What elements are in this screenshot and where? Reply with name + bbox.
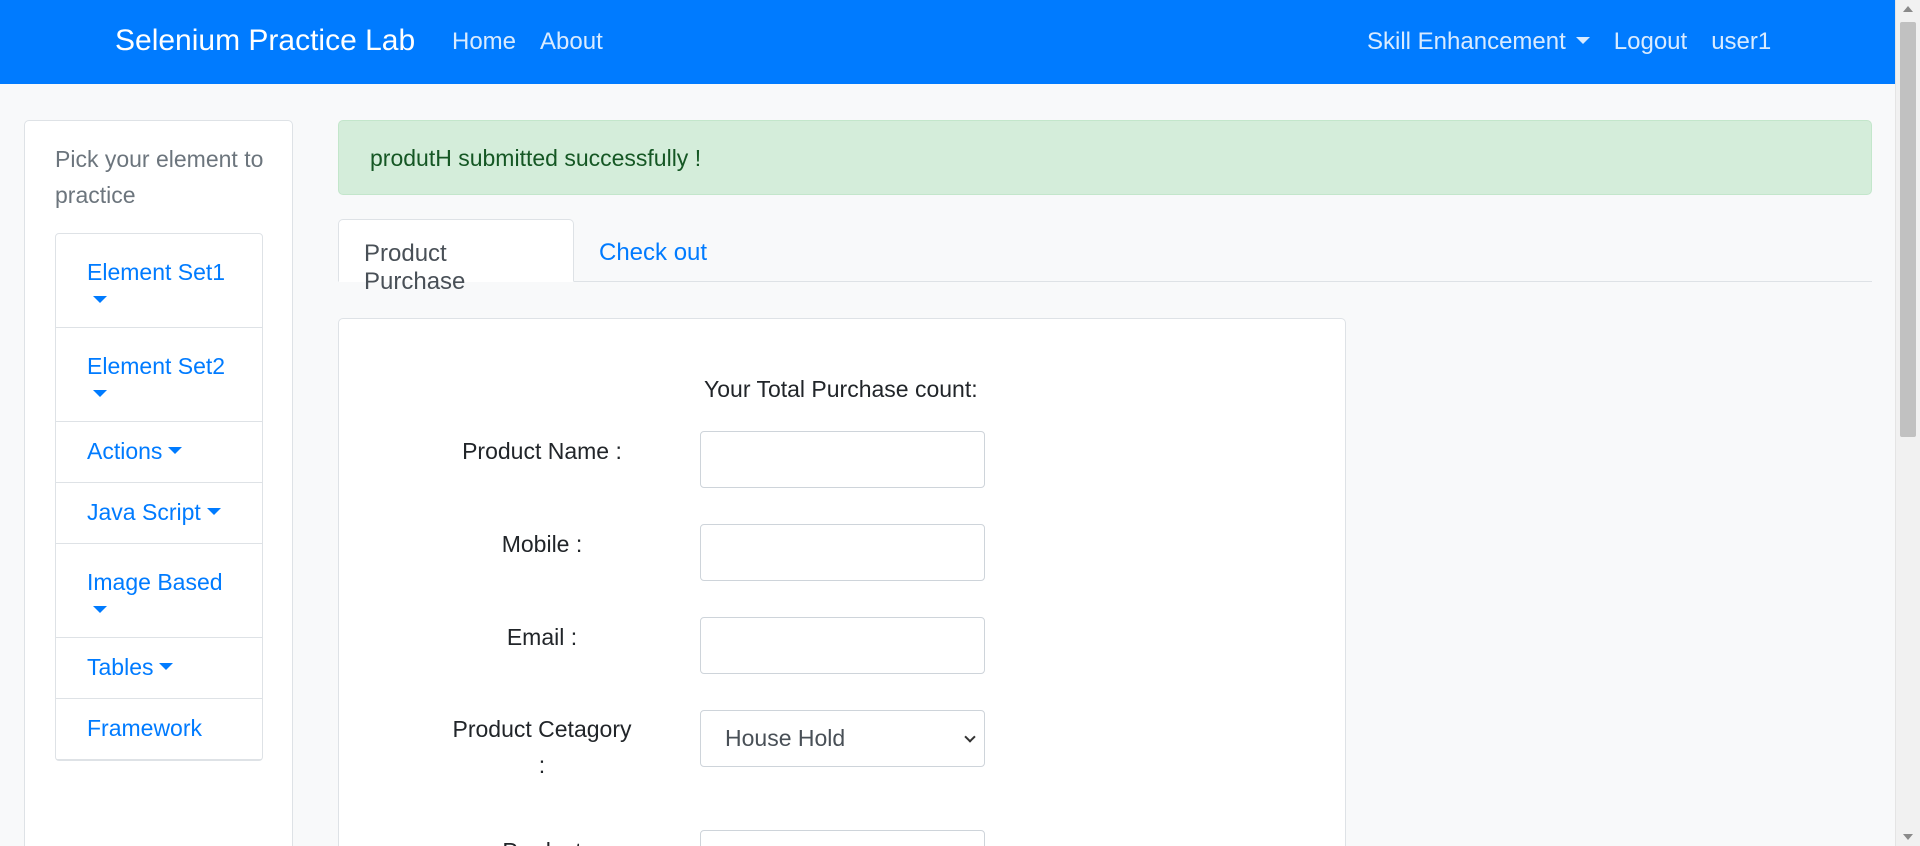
- page-scrollbar[interactable]: [1895, 0, 1920, 846]
- product-category-select[interactable]: House Hold: [700, 710, 985, 767]
- success-alert: produtH submitted successfully !: [338, 120, 1872, 195]
- nav-right: Skill Enhancement Logout user1: [1367, 28, 1771, 56]
- sidebar-item-element-set2[interactable]: Element Set2: [56, 328, 262, 422]
- skill-enhancement-label: Skill Enhancement: [1367, 28, 1566, 55]
- email-input[interactable]: [700, 617, 985, 674]
- purchase-form-card: Your Total Purchase count: Product Name …: [338, 318, 1346, 846]
- logout-link[interactable]: Logout: [1614, 28, 1687, 56]
- sidebar-title: Pick your element to practice: [55, 146, 264, 208]
- sidebar-item-label: Framework: [87, 715, 203, 741]
- mobile-input[interactable]: [700, 524, 985, 581]
- chevron-down-icon: [964, 731, 976, 743]
- tab-product-purchase[interactable]: Product Purchase: [338, 219, 574, 295]
- caret-down-icon: [93, 296, 107, 303]
- alert-message: produtH submitted successfully !: [370, 145, 702, 171]
- tab-check-out[interactable]: Check out: [574, 219, 732, 282]
- nav-left: Home About: [452, 28, 603, 56]
- purchase-count-label: Your Total Purchase count:: [704, 376, 978, 402]
- nav-link-home[interactable]: Home: [452, 28, 516, 56]
- caret-down-icon: [1575, 37, 1590, 44]
- product-category-label: Product Cetagory :: [452, 716, 632, 778]
- sidebar-item-actions[interactable]: Actions: [56, 422, 262, 483]
- caret-down-icon: [168, 447, 183, 454]
- product-name-label: Product Name :: [462, 438, 622, 464]
- scroll-down-arrow-icon[interactable]: [1903, 834, 1913, 840]
- caret-down-icon: [206, 508, 221, 515]
- sidebar-item-tables[interactable]: Tables: [56, 638, 262, 699]
- mobile-label: Mobile :: [501, 531, 583, 557]
- sidebar-item-image-based[interactable]: Image Based: [56, 544, 262, 638]
- sidebar-item-label: Actions: [87, 438, 163, 464]
- scroll-thumb[interactable]: [1900, 22, 1916, 437]
- caret-down-icon: [159, 663, 174, 670]
- caret-down-icon: [93, 606, 107, 613]
- product-category-selected: House Hold: [725, 725, 846, 751]
- sidebar-item-framework[interactable]: Framework: [56, 699, 262, 760]
- email-label: Email :: [506, 624, 578, 650]
- skill-enhancement-dropdown[interactable]: Skill Enhancement: [1367, 28, 1590, 56]
- sidebar-item-label: Java Script: [87, 499, 201, 525]
- sidebar-item-java-script[interactable]: Java Script: [56, 483, 262, 544]
- sidebar: Pick your element to practice Element Se…: [24, 120, 293, 846]
- sidebar-item-element-set1[interactable]: Element Set1: [56, 234, 262, 328]
- brand-title[interactable]: Selenium Practice Lab: [115, 24, 415, 58]
- sidebar-menu: Element Set1 Element Set2 Actions Java S…: [55, 233, 263, 761]
- product-name-input[interactable]: [700, 431, 985, 488]
- product-next-input[interactable]: [700, 830, 985, 846]
- product-next-label: Product: [429, 833, 655, 846]
- user-link[interactable]: user1: [1711, 28, 1771, 56]
- sidebar-item-label: Tables: [87, 654, 154, 680]
- sidebar-item-label: Image Based: [87, 569, 223, 595]
- scroll-up-arrow-icon[interactable]: [1903, 6, 1913, 12]
- nav-link-about[interactable]: About: [540, 28, 603, 56]
- sidebar-item-label: Element Set2: [87, 353, 226, 379]
- navbar: Selenium Practice Lab Home About Skill E…: [0, 0, 1895, 84]
- sidebar-item-label: Element Set1: [87, 259, 226, 285]
- caret-down-icon: [93, 390, 107, 397]
- tab-bar: Product Purchase Check out: [338, 219, 1872, 295]
